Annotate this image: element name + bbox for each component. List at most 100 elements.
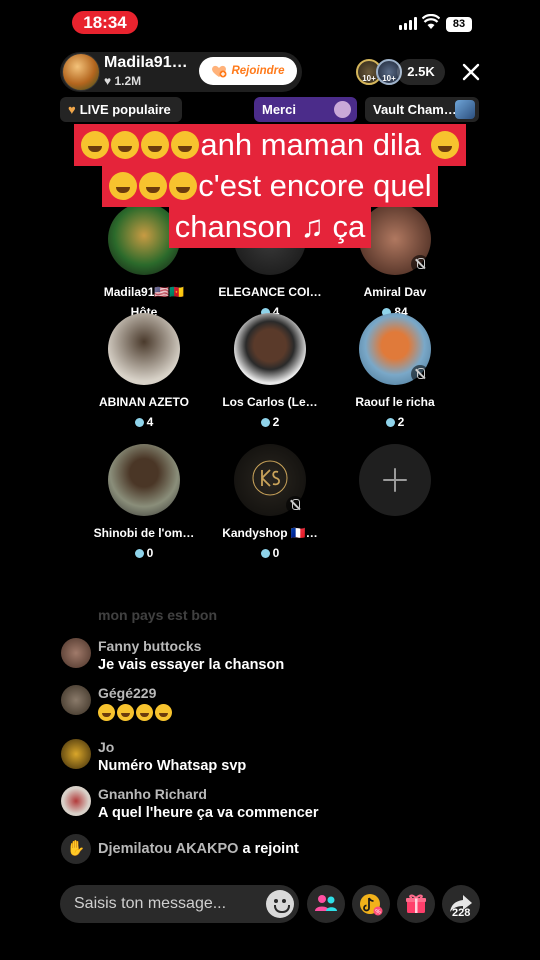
message-input[interactable]: Saisis ton message... xyxy=(60,885,299,923)
seat-guest-4[interactable]: Los Carlos (Le… 2 xyxy=(210,313,330,429)
chat-text: Je vais essayer la chanson xyxy=(98,657,285,673)
laughing-emoji-icon xyxy=(111,131,140,159)
tiktok-coin-icon: % xyxy=(360,894,383,916)
merci-label: Merci xyxy=(262,102,296,117)
caption-overlay: anh maman dila c'est encore quel chanson… xyxy=(40,124,500,248)
avatar[interactable] xyxy=(61,638,91,668)
mic-off-icon xyxy=(286,496,304,514)
battery-icon: 83 xyxy=(446,17,472,32)
mic-off-icon xyxy=(411,255,429,273)
avatar[interactable] xyxy=(61,685,91,715)
seat-avatar[interactable] xyxy=(234,444,306,516)
seat-avatar[interactable] xyxy=(108,313,180,385)
caption-line-3: chanson xyxy=(174,209,292,244)
seat-avatar[interactable] xyxy=(108,444,180,516)
avatar[interactable] xyxy=(61,786,91,816)
vault-badge-icon xyxy=(455,100,475,119)
music-note-icon: ♫ xyxy=(300,209,324,244)
live-popular-label: LIVE populaire xyxy=(79,102,171,117)
chat-username[interactable]: Jo xyxy=(98,739,114,755)
grin-emoji-icon xyxy=(117,704,134,721)
diamond-icon xyxy=(134,417,144,427)
seat-name: ELEGANCE COI… xyxy=(218,285,322,299)
live-popular-chip[interactable]: ♥ LIVE populaire xyxy=(60,97,182,122)
diamond-icon xyxy=(260,548,270,558)
promo-button[interactable]: % xyxy=(352,885,390,923)
chat-text: A quel l'heure ça va commencer xyxy=(98,805,319,821)
vault-label: Vault Cham… xyxy=(373,102,457,117)
guests-icon xyxy=(315,895,337,911)
chat-username[interactable]: Fanny buttocks xyxy=(98,638,201,654)
caption-line-3-end: ça xyxy=(332,209,366,244)
chat-username[interactable]: Gégé229 xyxy=(98,685,156,701)
seat-guest-3[interactable]: ABINAN AZETO 4 xyxy=(84,313,204,429)
close-icon[interactable] xyxy=(459,60,483,84)
svg-text:%: % xyxy=(375,909,381,916)
join-icon xyxy=(212,65,227,78)
heart-icon: ♥ xyxy=(104,74,112,88)
joined-username[interactable]: Djemilatou AKAKPO xyxy=(98,841,238,857)
caption-line-1: anh maman dila xyxy=(200,127,421,162)
emoji-face-icon[interactable] xyxy=(266,890,294,918)
vault-champion-chip[interactable]: Vault Cham… xyxy=(365,97,479,122)
seat-name: ABINAN AZETO xyxy=(99,395,189,409)
seat-name: Shinobi de l'om… xyxy=(93,526,195,540)
laughing-emoji-icon xyxy=(139,172,168,200)
host-avatar[interactable] xyxy=(62,53,100,91)
wave-hand-icon: ✋ xyxy=(61,834,91,864)
seat-guest-7[interactable]: Kandyshop 🇫🇷… 0 xyxy=(210,444,330,560)
seat-name: Los Carlos (Le… xyxy=(222,395,318,409)
status-bar: 18:34 83 xyxy=(0,0,540,44)
status-time: 18:34 xyxy=(72,11,138,34)
chat-username[interactable]: Gnanho Richard xyxy=(98,786,207,802)
seat-guest-5[interactable]: Raouf le richa 2 xyxy=(335,313,455,429)
guests-button[interactable] xyxy=(307,885,345,923)
grin-emoji-icon xyxy=(98,704,115,721)
seat-name: Kandyshop 🇫🇷… xyxy=(222,526,318,540)
seat-count: 0 xyxy=(272,546,280,560)
host-likes-count: 1.2M xyxy=(114,74,142,88)
seat-guest-6[interactable]: Shinobi de l'om… 0 xyxy=(84,444,204,560)
signal-icon xyxy=(399,17,417,30)
laughing-emoji-icon xyxy=(171,131,200,159)
diamond-icon xyxy=(385,417,395,427)
seat-count: 4 xyxy=(146,415,154,429)
viewer-count[interactable]: 2.5K xyxy=(397,59,445,85)
seat-name: Madila91🇺🇸🇨🇲 xyxy=(103,285,185,299)
diamond-icon xyxy=(134,548,144,558)
join-button[interactable]: Rejoindre xyxy=(199,57,297,85)
seat-avatar[interactable] xyxy=(234,313,306,385)
host-name[interactable]: Madila91… xyxy=(104,54,198,72)
wifi-icon xyxy=(422,14,440,29)
grin-emoji-icon xyxy=(136,704,153,721)
seat-name: Amiral Dav xyxy=(363,285,427,299)
gift-icon xyxy=(406,894,426,913)
chat-text: Numéro Whatsap svp xyxy=(98,758,247,774)
grin-emoji-icon xyxy=(155,704,172,721)
faded-chat-message: mon pays est bon xyxy=(98,607,218,623)
laughing-emoji-icon xyxy=(109,172,138,200)
seat-count: 2 xyxy=(397,415,405,429)
join-label: Rejoindre xyxy=(231,65,285,77)
seat-avatar[interactable] xyxy=(359,313,431,385)
joined-action: a rejoint xyxy=(242,841,299,857)
laughing-emoji-icon xyxy=(141,131,170,159)
share-count: 228 xyxy=(452,907,471,919)
merci-chip[interactable]: Merci xyxy=(254,97,357,122)
host-likes: ♥ 1.2M xyxy=(104,74,141,88)
viewer-badge-1: 10+ xyxy=(362,74,376,83)
seat-count: 0 xyxy=(146,546,154,560)
gift-button[interactable] xyxy=(397,885,435,923)
merci-avatar xyxy=(334,101,351,118)
avatar[interactable] xyxy=(61,739,91,769)
laughing-emoji-icon xyxy=(81,131,110,159)
diamond-icon xyxy=(260,417,270,427)
laughing-emoji-icon xyxy=(430,131,459,159)
mic-off-icon xyxy=(411,365,429,383)
chat-text xyxy=(98,704,174,722)
rofl-emoji-icon xyxy=(169,172,198,200)
viewer-badge-2: 10+ xyxy=(382,74,396,83)
add-guest-button[interactable] xyxy=(359,444,431,516)
seat-name: Raouf le richa xyxy=(355,395,435,409)
broken-heart-icon: ♥ xyxy=(68,102,76,117)
